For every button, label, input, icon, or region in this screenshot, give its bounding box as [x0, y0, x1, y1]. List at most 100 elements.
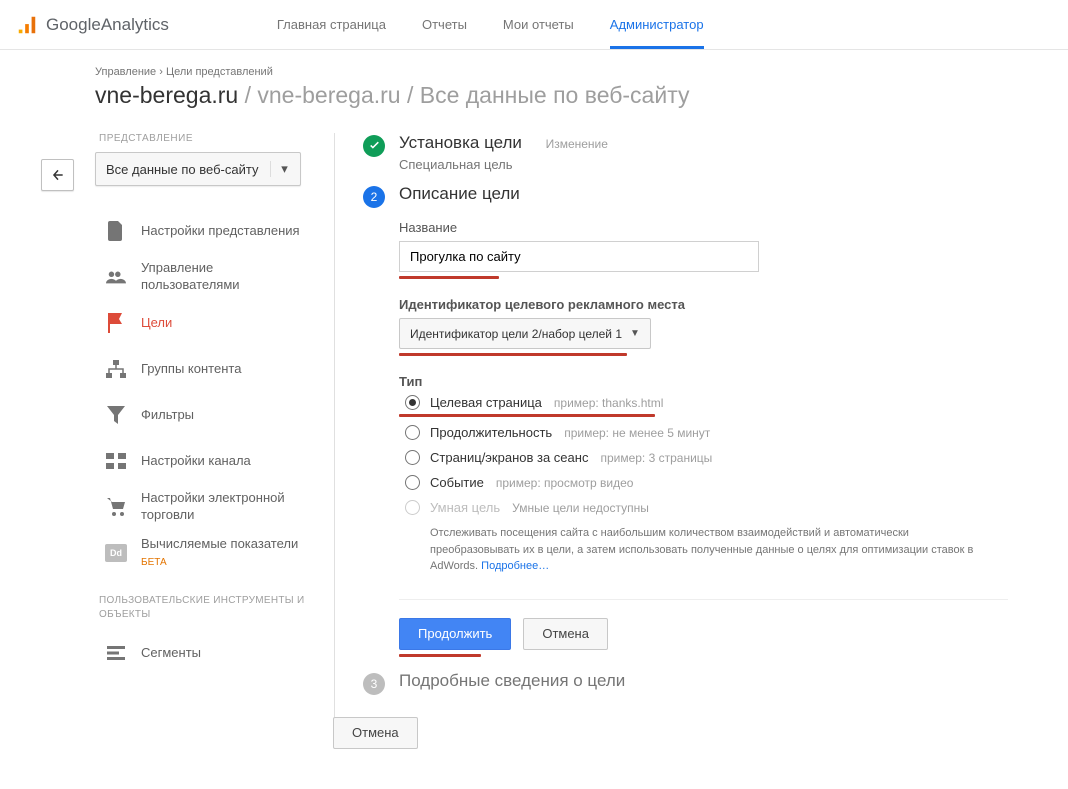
name-label: Название — [399, 220, 1008, 235]
sidebar-item-label: Настройки представления — [141, 223, 300, 240]
type-destination-row[interactable]: Целевая страница пример: thanks.html — [405, 395, 1008, 410]
divider — [399, 599, 1008, 600]
sidebar-item-label: Настройки электронной торговли — [141, 490, 300, 524]
nav-home[interactable]: Главная страница — [259, 0, 404, 49]
radio-example: пример: не менее 5 минут — [564, 426, 710, 440]
sidebar-item-channel-settings[interactable]: Настройки канала — [95, 438, 310, 484]
nav-admin[interactable]: Администратор — [592, 0, 722, 49]
sidebar-section-label: ПРЕДСТАВЛЕНИЕ — [95, 133, 310, 144]
flag-icon — [105, 312, 127, 334]
radio-label: Событие — [430, 475, 484, 490]
app-logo[interactable]: Google Analytics — [16, 14, 169, 36]
logo-text-google: Google — [46, 15, 101, 35]
radio-destination[interactable] — [405, 395, 420, 410]
nav-reports[interactable]: Отчеты — [404, 0, 485, 49]
filter-icon — [105, 404, 127, 426]
smart-goal-description: Отслеживать посещения сайта с наибольшим… — [430, 525, 990, 575]
main-panel: Установка цели Изменение Специальная цел… — [334, 133, 1008, 749]
annotation-underline — [399, 276, 499, 279]
sidebar-item-filters[interactable]: Фильтры — [95, 392, 310, 438]
annotation-underline — [399, 414, 655, 417]
channel-icon — [105, 450, 127, 472]
sidebar-item-label: Вычисляемые показателиБЕТА — [141, 536, 298, 570]
annotation-underline — [399, 654, 481, 657]
caret-down-icon: ▾ — [270, 161, 290, 177]
hierarchy-icon — [105, 358, 127, 380]
radio-label: Целевая страница — [430, 395, 542, 410]
sidebar-item-content-groups[interactable]: Группы контента — [95, 346, 310, 392]
sidebar-item-label: Настройки канала — [141, 453, 251, 470]
sidebar-item-goals[interactable]: Цели — [95, 300, 310, 346]
radio-label: Умная цель — [430, 500, 500, 515]
view-selector-dropdown[interactable]: Все данные по веб-сайту ▾ — [95, 152, 301, 186]
radio-example: Умные цели недоступны — [512, 501, 649, 515]
step1-title: Установка цели — [399, 133, 522, 153]
goal-name-input[interactable] — [399, 241, 759, 272]
slot-label: Идентификатор целевого рекламного места — [399, 297, 1008, 312]
users-icon — [105, 266, 127, 288]
sidebar-item-view-settings[interactable]: Настройки представления — [95, 208, 310, 254]
radio-example: пример: 3 страницы — [600, 451, 712, 465]
document-icon — [105, 220, 127, 242]
radio-label: Страниц/экранов за сеанс — [430, 450, 588, 465]
step-1: Установка цели Изменение Специальная цел… — [363, 133, 1008, 172]
sidebar-item-user-management[interactable]: Управление пользователями — [95, 254, 310, 300]
radio-pages[interactable] — [405, 450, 420, 465]
type-event-row[interactable]: Событие пример: просмотр видео — [405, 475, 1008, 490]
page-title: vne-berega.ru / vne-berega.ru / Все данн… — [95, 82, 1008, 109]
view-selector-label: Все данные по веб-сайту — [106, 162, 258, 177]
radio-event[interactable] — [405, 475, 420, 490]
learn-more-link[interactable]: Подробнее… — [481, 560, 549, 572]
radio-smart-disabled — [405, 500, 420, 515]
type-duration-row[interactable]: Продолжительность пример: не менее 5 мин… — [405, 425, 1008, 440]
breadcrumb-admin[interactable]: Управление — [95, 66, 156, 78]
segments-icon — [105, 642, 127, 664]
sidebar-item-ecommerce[interactable]: Настройки электронной торговли — [95, 484, 310, 530]
radio-example: пример: thanks.html — [554, 396, 664, 410]
step3-badge: 3 — [363, 673, 385, 695]
app-header: Google Analytics Главная страница Отчеты… — [0, 0, 1068, 50]
cart-icon — [105, 496, 127, 518]
dd-badge-icon: Dd — [105, 542, 127, 564]
nav-my-reports[interactable]: Мои отчеты — [485, 0, 592, 49]
breadcrumb-goals[interactable]: Цели представлений — [166, 66, 273, 78]
type-pages-row[interactable]: Страниц/экранов за сеанс пример: 3 стран… — [405, 450, 1008, 465]
sidebar-item-segments[interactable]: Сегменты — [95, 630, 310, 676]
step1-subtitle: Специальная цель — [399, 157, 1008, 172]
back-button[interactable] — [41, 159, 74, 191]
radio-label: Продолжительность — [430, 425, 552, 440]
content-area: Управление › Цели представлений vne-bere… — [0, 50, 1068, 789]
caret-down-icon: ▼ — [630, 328, 640, 339]
step2-badge: 2 — [363, 186, 385, 208]
step-2: 2 Описание цели Название Идентификатор ц… — [363, 184, 1008, 657]
goal-slot-dropdown[interactable]: Идентификатор цели 2/набор целей 1 ▼ — [399, 318, 651, 349]
radio-duration[interactable] — [405, 425, 420, 440]
title-account: vne-berega.ru — [95, 82, 238, 108]
sidebar-item-label: Управление пользователями — [141, 260, 300, 294]
type-label: Тип — [399, 374, 1008, 389]
dropdown-value: Идентификатор цели 2/набор целей 1 — [410, 327, 622, 341]
annotation-underline — [399, 353, 627, 356]
logo-text-analytics: Analytics — [101, 15, 169, 35]
radio-example: пример: просмотр видео — [496, 476, 634, 490]
continue-button[interactable]: Продолжить — [399, 618, 511, 650]
check-icon — [363, 135, 385, 157]
arrow-left-icon — [49, 168, 67, 182]
sidebar-item-label: Сегменты — [141, 645, 201, 662]
breadcrumb: Управление › Цели представлений — [95, 66, 1008, 78]
type-smart-row: Умная цель Умные цели недоступны — [405, 500, 1008, 515]
bottom-cancel-button[interactable]: Отмена — [333, 717, 418, 749]
main-nav: Главная страница Отчеты Мои отчеты Админ… — [259, 0, 722, 49]
analytics-logo-icon — [16, 14, 38, 36]
sidebar: ПРЕДСТАВЛЕНИЕ Все данные по веб-сайту ▾ … — [95, 133, 310, 749]
cancel-button[interactable]: Отмена — [523, 618, 608, 650]
sidebar-tools-heading: ПОЛЬЗОВАТЕЛЬСКИЕ ИНСТРУМЕНТЫ И ОБЪЕКТЫ — [95, 576, 310, 630]
step1-edit-link[interactable]: Изменение — [546, 137, 608, 151]
sidebar-item-label: Фильтры — [141, 407, 194, 424]
sidebar-item-label: Группы контента — [141, 361, 241, 378]
sidebar-item-label: Цели — [141, 315, 172, 332]
step3-title: Подробные сведения о цели — [399, 671, 625, 691]
step2-title: Описание цели — [399, 184, 520, 204]
sidebar-item-calculated-metrics[interactable]: Dd Вычисляемые показателиБЕТА — [95, 530, 310, 576]
title-path: / vne-berega.ru / Все данные по веб-сайт… — [238, 82, 689, 108]
